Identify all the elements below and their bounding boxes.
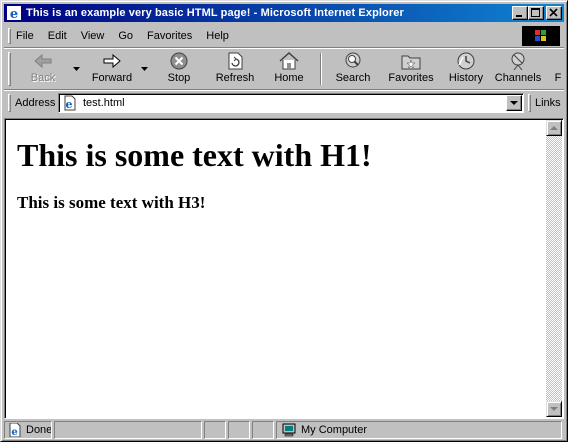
- status-pane-security: [228, 421, 250, 439]
- forward-button[interactable]: Forward: [84, 51, 140, 87]
- address-label: Address: [15, 97, 56, 109]
- menu-edit[interactable]: Edit: [48, 30, 67, 42]
- svg-text:e: e: [10, 7, 18, 21]
- maximize-button[interactable]: [528, 6, 544, 20]
- menu-bar: File Edit View Go Favorites Help: [4, 25, 564, 47]
- standard-toolbar: Back Forward Stop Refresh Home Search Fa: [4, 49, 564, 89]
- close-icon: [549, 8, 558, 17]
- favorites-button[interactable]: Favorites: [384, 51, 438, 87]
- maximize-icon: [531, 8, 540, 17]
- status-text: Done: [26, 424, 52, 436]
- search-globe-icon: [345, 52, 361, 68]
- windows-logo-icon: [522, 26, 560, 46]
- status-pane-extra: [252, 421, 274, 439]
- address-field[interactable]: e: [58, 93, 524, 113]
- home-icon: [279, 51, 299, 70]
- minimize-button[interactable]: [512, 6, 528, 20]
- scroll-up-button[interactable]: [546, 120, 562, 136]
- forward-arrow-icon: [103, 53, 121, 69]
- address-grip[interactable]: [8, 94, 11, 112]
- content-frame: This is some text with H1! This is some …: [4, 118, 564, 419]
- status-zone-text: My Computer: [301, 424, 368, 436]
- scroll-down-icon: [550, 407, 558, 411]
- address-bar: Address e Links: [4, 92, 564, 114]
- history-button[interactable]: History: [442, 51, 490, 87]
- search-button[interactable]: Search: [328, 51, 378, 87]
- menu-view[interactable]: View: [81, 30, 105, 42]
- favorites-folder-icon: [401, 55, 421, 70]
- menu-go[interactable]: Go: [118, 30, 133, 42]
- stop-icon: [170, 52, 188, 70]
- fullscreen-button[interactable]: F: [552, 51, 564, 87]
- status-zone-pane: My Computer: [276, 421, 562, 439]
- scroll-up-icon: [550, 126, 558, 130]
- page-heading-h1: This is some text with H1!: [17, 137, 372, 173]
- minimize-icon: [516, 15, 522, 17]
- page-icon: e: [62, 95, 78, 111]
- status-bar: e Done My Computer: [4, 421, 564, 439]
- address-dropdown-button[interactable]: [506, 95, 522, 111]
- ie-logo-icon: e: [6, 5, 22, 22]
- refresh-button[interactable]: Refresh: [209, 51, 261, 87]
- computer-icon: [281, 423, 297, 438]
- home-button[interactable]: Home: [266, 51, 312, 87]
- stop-button[interactable]: Stop: [154, 51, 204, 87]
- menu-file[interactable]: File: [16, 30, 34, 42]
- menu-help[interactable]: Help: [206, 30, 229, 42]
- scroll-down-button[interactable]: [546, 401, 562, 417]
- back-dropdown-icon[interactable]: [73, 67, 80, 71]
- svg-text:e: e: [11, 427, 17, 437]
- toolbar-separator-bottom: [4, 89, 564, 91]
- status-text-pane: e Done: [4, 421, 52, 439]
- close-button[interactable]: [546, 6, 562, 20]
- menu-favorites[interactable]: Favorites: [147, 30, 192, 42]
- chevron-down-icon: [510, 101, 518, 105]
- forward-dropdown-icon[interactable]: [141, 67, 148, 71]
- title-bar[interactable]: e This is an example very basic HTML pag…: [4, 4, 564, 22]
- toolbar-grip[interactable]: [8, 52, 11, 86]
- links-grip[interactable]: [528, 94, 531, 112]
- channels-satellite-icon: [511, 52, 525, 71]
- browser-window: e This is an example very basic HTML pag…: [0, 0, 568, 442]
- refresh-icon: [228, 52, 243, 70]
- web-page: This is some text with H1! This is some …: [7, 121, 547, 416]
- status-pane-offline: [204, 421, 226, 439]
- menu-grip[interactable]: [8, 28, 11, 44]
- back-arrow-icon: [34, 53, 52, 69]
- toolbar-separator: [320, 53, 322, 85]
- svg-text:e: e: [66, 98, 73, 111]
- page-heading-h3: This is some text with H3!: [17, 193, 206, 212]
- back-button[interactable]: Back: [18, 51, 68, 87]
- window-title: This is an example very basic HTML page!…: [26, 7, 404, 19]
- status-page-icon: e: [7, 422, 23, 438]
- links-button[interactable]: Links: [535, 97, 561, 109]
- address-input[interactable]: [83, 97, 483, 109]
- status-progress-pane: [54, 421, 202, 439]
- history-icon: [457, 52, 475, 70]
- vertical-scrollbar[interactable]: [546, 120, 562, 417]
- channels-button[interactable]: Channels: [492, 51, 544, 87]
